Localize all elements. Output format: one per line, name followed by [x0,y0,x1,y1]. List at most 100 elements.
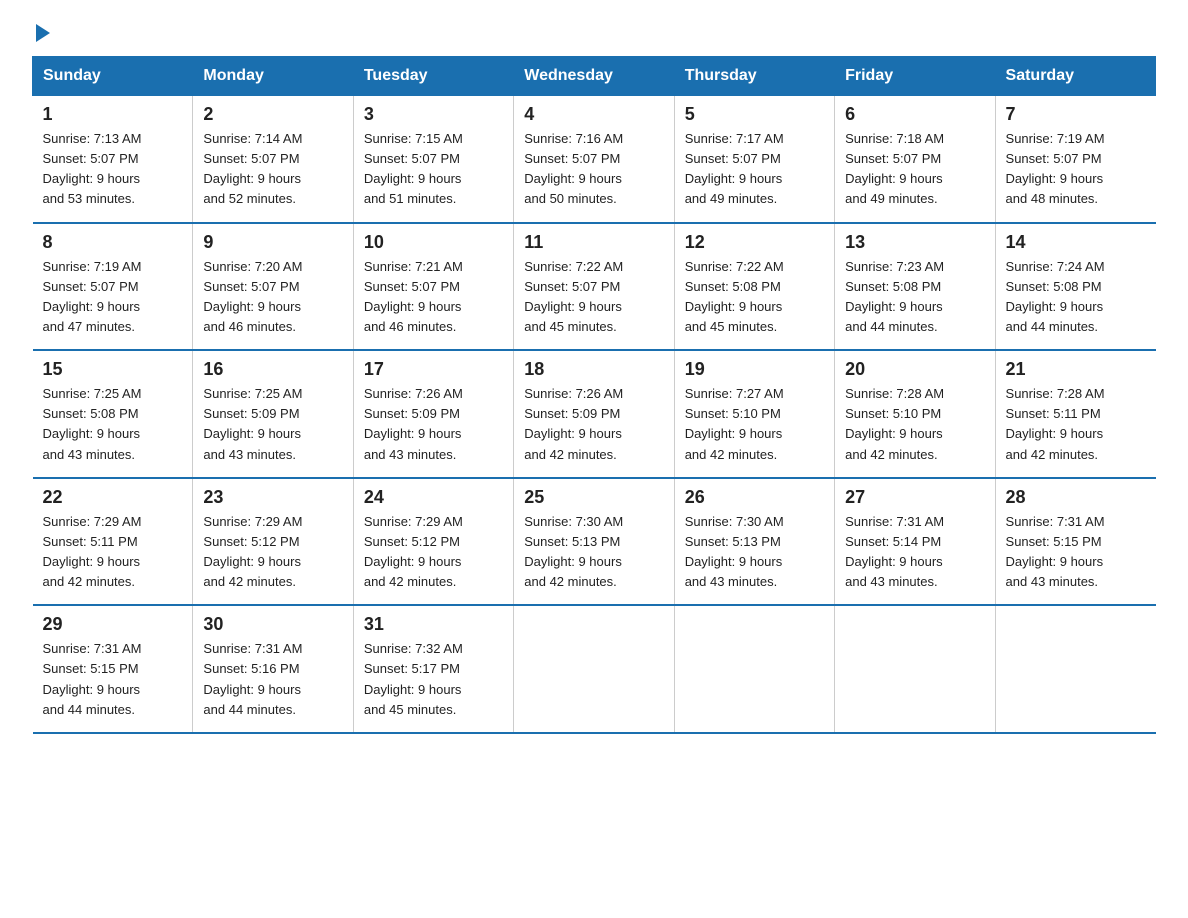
day-info: Sunrise: 7:29 AM Sunset: 5:12 PM Dayligh… [364,512,503,593]
day-info: Sunrise: 7:30 AM Sunset: 5:13 PM Dayligh… [685,512,824,593]
day-number: 4 [524,104,663,125]
calendar-header-thursday: Thursday [674,57,834,96]
calendar-cell: 14 Sunrise: 7:24 AM Sunset: 5:08 PM Dayl… [995,223,1155,351]
day-number: 17 [364,359,503,380]
day-number: 6 [845,104,984,125]
calendar-header-tuesday: Tuesday [353,57,513,96]
day-number: 21 [1006,359,1146,380]
calendar-cell: 8 Sunrise: 7:19 AM Sunset: 5:07 PM Dayli… [33,223,193,351]
calendar-cell: 24 Sunrise: 7:29 AM Sunset: 5:12 PM Dayl… [353,478,513,606]
day-number: 20 [845,359,984,380]
calendar-cell: 12 Sunrise: 7:22 AM Sunset: 5:08 PM Dayl… [674,223,834,351]
day-info: Sunrise: 7:15 AM Sunset: 5:07 PM Dayligh… [364,129,503,210]
calendar-cell: 29 Sunrise: 7:31 AM Sunset: 5:15 PM Dayl… [33,605,193,733]
calendar-cell: 6 Sunrise: 7:18 AM Sunset: 5:07 PM Dayli… [835,96,995,223]
day-info: Sunrise: 7:26 AM Sunset: 5:09 PM Dayligh… [524,384,663,465]
day-info: Sunrise: 7:28 AM Sunset: 5:11 PM Dayligh… [1006,384,1146,465]
calendar-table: SundayMondayTuesdayWednesdayThursdayFrid… [32,56,1156,734]
calendar-header-monday: Monday [193,57,353,96]
calendar-cell: 19 Sunrise: 7:27 AM Sunset: 5:10 PM Dayl… [674,350,834,478]
day-info: Sunrise: 7:28 AM Sunset: 5:10 PM Dayligh… [845,384,984,465]
day-number: 9 [203,232,342,253]
day-info: Sunrise: 7:25 AM Sunset: 5:09 PM Dayligh… [203,384,342,465]
calendar-week-row: 29 Sunrise: 7:31 AM Sunset: 5:15 PM Dayl… [33,605,1156,733]
day-number: 12 [685,232,824,253]
calendar-cell: 30 Sunrise: 7:31 AM Sunset: 5:16 PM Dayl… [193,605,353,733]
day-info: Sunrise: 7:31 AM Sunset: 5:15 PM Dayligh… [43,639,183,720]
calendar-header-sunday: Sunday [33,57,193,96]
calendar-cell: 27 Sunrise: 7:31 AM Sunset: 5:14 PM Dayl… [835,478,995,606]
day-number: 1 [43,104,183,125]
day-number: 27 [845,487,984,508]
calendar-cell: 18 Sunrise: 7:26 AM Sunset: 5:09 PM Dayl… [514,350,674,478]
day-number: 2 [203,104,342,125]
day-info: Sunrise: 7:31 AM Sunset: 5:15 PM Dayligh… [1006,512,1146,593]
day-info: Sunrise: 7:31 AM Sunset: 5:16 PM Dayligh… [203,639,342,720]
day-number: 28 [1006,487,1146,508]
day-number: 8 [43,232,183,253]
day-number: 30 [203,614,342,635]
day-info: Sunrise: 7:30 AM Sunset: 5:13 PM Dayligh… [524,512,663,593]
calendar-cell: 20 Sunrise: 7:28 AM Sunset: 5:10 PM Dayl… [835,350,995,478]
logo-arrow-icon [36,24,50,42]
day-info: Sunrise: 7:21 AM Sunset: 5:07 PM Dayligh… [364,257,503,338]
day-number: 7 [1006,104,1146,125]
calendar-cell: 16 Sunrise: 7:25 AM Sunset: 5:09 PM Dayl… [193,350,353,478]
calendar-cell: 1 Sunrise: 7:13 AM Sunset: 5:07 PM Dayli… [33,96,193,223]
header [32,24,1156,44]
calendar-week-row: 15 Sunrise: 7:25 AM Sunset: 5:08 PM Dayl… [33,350,1156,478]
calendar-cell [514,605,674,733]
day-info: Sunrise: 7:26 AM Sunset: 5:09 PM Dayligh… [364,384,503,465]
calendar-cell: 11 Sunrise: 7:22 AM Sunset: 5:07 PM Dayl… [514,223,674,351]
calendar-cell: 26 Sunrise: 7:30 AM Sunset: 5:13 PM Dayl… [674,478,834,606]
calendar-cell: 15 Sunrise: 7:25 AM Sunset: 5:08 PM Dayl… [33,350,193,478]
calendar-cell: 5 Sunrise: 7:17 AM Sunset: 5:07 PM Dayli… [674,96,834,223]
day-number: 16 [203,359,342,380]
calendar-cell: 4 Sunrise: 7:16 AM Sunset: 5:07 PM Dayli… [514,96,674,223]
day-info: Sunrise: 7:20 AM Sunset: 5:07 PM Dayligh… [203,257,342,338]
day-number: 26 [685,487,824,508]
day-number: 5 [685,104,824,125]
day-number: 11 [524,232,663,253]
calendar-cell: 13 Sunrise: 7:23 AM Sunset: 5:08 PM Dayl… [835,223,995,351]
day-info: Sunrise: 7:14 AM Sunset: 5:07 PM Dayligh… [203,129,342,210]
day-info: Sunrise: 7:29 AM Sunset: 5:12 PM Dayligh… [203,512,342,593]
calendar-cell: 25 Sunrise: 7:30 AM Sunset: 5:13 PM Dayl… [514,478,674,606]
calendar-header-row: SundayMondayTuesdayWednesdayThursdayFrid… [33,57,1156,96]
calendar-cell: 31 Sunrise: 7:32 AM Sunset: 5:17 PM Dayl… [353,605,513,733]
calendar-week-row: 8 Sunrise: 7:19 AM Sunset: 5:07 PM Dayli… [33,223,1156,351]
day-info: Sunrise: 7:22 AM Sunset: 5:07 PM Dayligh… [524,257,663,338]
calendar-cell [674,605,834,733]
calendar-cell: 28 Sunrise: 7:31 AM Sunset: 5:15 PM Dayl… [995,478,1155,606]
calendar-cell: 17 Sunrise: 7:26 AM Sunset: 5:09 PM Dayl… [353,350,513,478]
calendar-cell: 23 Sunrise: 7:29 AM Sunset: 5:12 PM Dayl… [193,478,353,606]
day-info: Sunrise: 7:17 AM Sunset: 5:07 PM Dayligh… [685,129,824,210]
calendar-cell: 9 Sunrise: 7:20 AM Sunset: 5:07 PM Dayli… [193,223,353,351]
day-info: Sunrise: 7:32 AM Sunset: 5:17 PM Dayligh… [364,639,503,720]
calendar-cell: 7 Sunrise: 7:19 AM Sunset: 5:07 PM Dayli… [995,96,1155,223]
day-info: Sunrise: 7:13 AM Sunset: 5:07 PM Dayligh… [43,129,183,210]
day-info: Sunrise: 7:23 AM Sunset: 5:08 PM Dayligh… [845,257,984,338]
calendar-cell [995,605,1155,733]
calendar-header-saturday: Saturday [995,57,1155,96]
day-number: 22 [43,487,183,508]
day-info: Sunrise: 7:22 AM Sunset: 5:08 PM Dayligh… [685,257,824,338]
day-number: 19 [685,359,824,380]
day-number: 23 [203,487,342,508]
day-info: Sunrise: 7:18 AM Sunset: 5:07 PM Dayligh… [845,129,984,210]
calendar-cell [835,605,995,733]
calendar-header-wednesday: Wednesday [514,57,674,96]
calendar-cell: 10 Sunrise: 7:21 AM Sunset: 5:07 PM Dayl… [353,223,513,351]
day-info: Sunrise: 7:19 AM Sunset: 5:07 PM Dayligh… [43,257,183,338]
calendar-cell: 21 Sunrise: 7:28 AM Sunset: 5:11 PM Dayl… [995,350,1155,478]
logo [32,24,50,44]
day-number: 10 [364,232,503,253]
calendar-week-row: 1 Sunrise: 7:13 AM Sunset: 5:07 PM Dayli… [33,96,1156,223]
day-info: Sunrise: 7:16 AM Sunset: 5:07 PM Dayligh… [524,129,663,210]
calendar-cell: 3 Sunrise: 7:15 AM Sunset: 5:07 PM Dayli… [353,96,513,223]
calendar-cell: 22 Sunrise: 7:29 AM Sunset: 5:11 PM Dayl… [33,478,193,606]
day-number: 3 [364,104,503,125]
day-number: 18 [524,359,663,380]
logo-blue-text [32,24,50,44]
day-number: 31 [364,614,503,635]
